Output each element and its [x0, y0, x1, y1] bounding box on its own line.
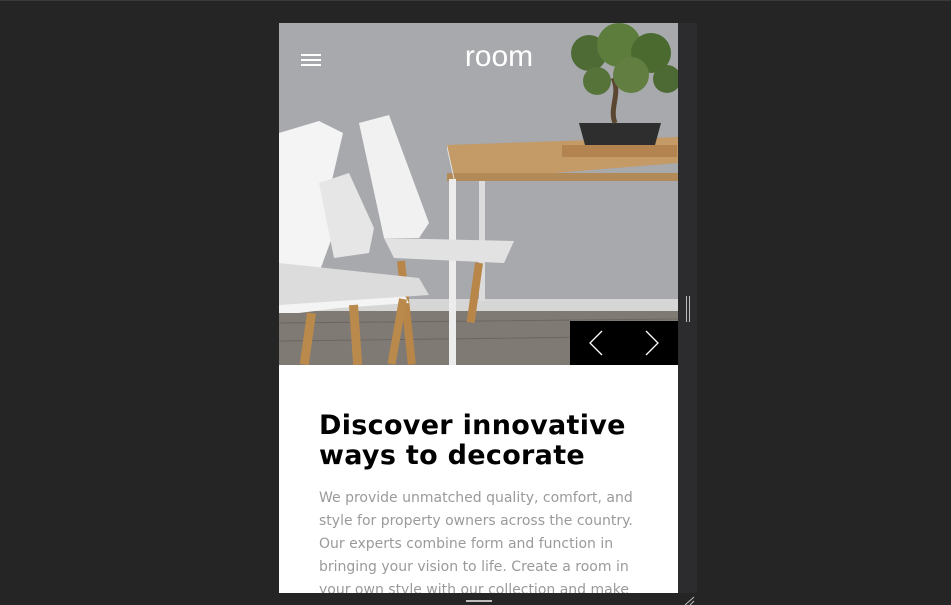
slider-nav	[570, 321, 678, 365]
menu-line	[301, 54, 321, 56]
hamburger-menu-icon[interactable]	[299, 51, 323, 69]
mobile-viewport: room Discover innovative ways to decorat…	[279, 23, 678, 593]
hero-slide-image: room	[279, 23, 678, 365]
headline-line-1: Discover innovative	[319, 410, 626, 441]
page-headline: Discover innovative ways to decorate	[319, 411, 639, 471]
menu-line	[301, 59, 321, 61]
chevron-right-icon	[645, 330, 659, 356]
menu-line	[301, 64, 321, 66]
headline-line-2: ways to decorate	[319, 440, 586, 471]
vertical-resize-handle[interactable]	[686, 296, 691, 322]
corner-resize-icon[interactable]	[683, 596, 695, 605]
chevron-left-icon	[589, 330, 603, 356]
hero-content: Discover innovative ways to decorate We …	[319, 411, 639, 594]
grip-line	[689, 296, 690, 322]
site-logo[interactable]: room	[459, 37, 539, 77]
grip-line	[686, 296, 687, 322]
intro-paragraph: We provide unmatched quality, comfort, a…	[319, 490, 633, 593]
slider-prev-button[interactable]	[570, 321, 624, 365]
horizontal-resize-handle[interactable]	[466, 600, 492, 602]
slider-next-button[interactable]	[624, 321, 678, 365]
window-top-border	[0, 0, 951, 1]
